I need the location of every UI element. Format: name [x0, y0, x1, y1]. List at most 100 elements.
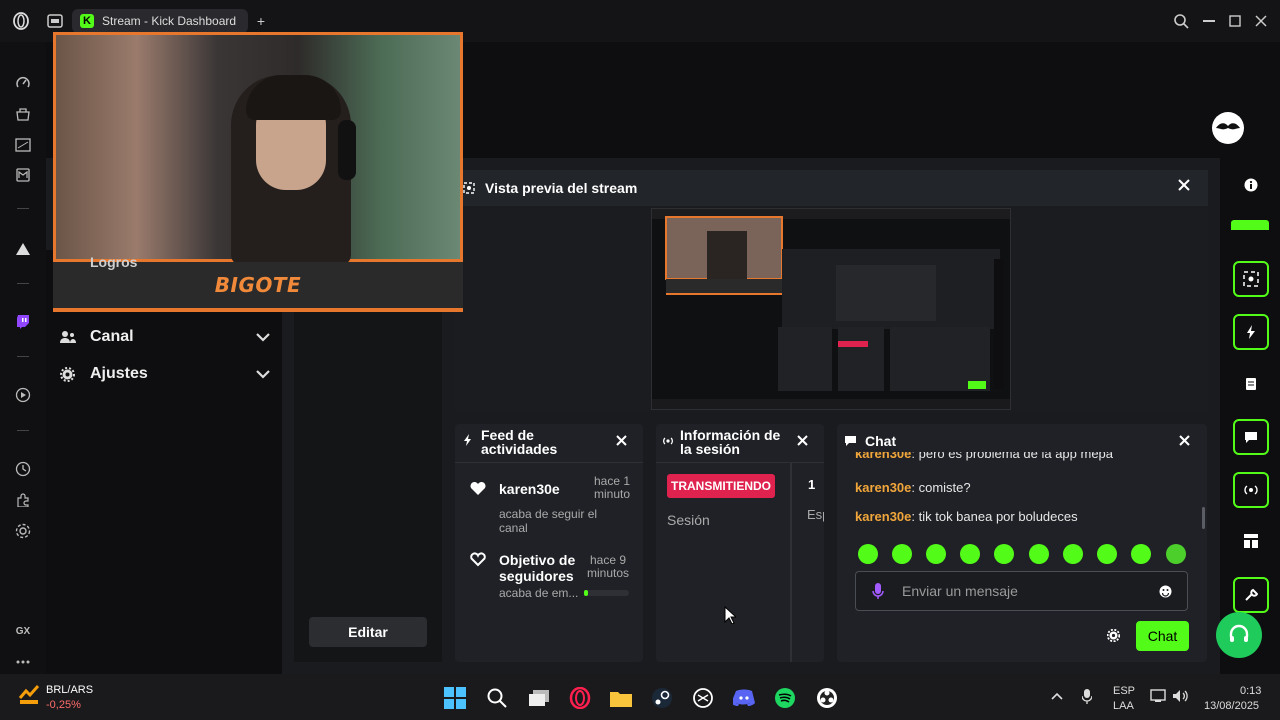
activity-feed-toggle-button[interactable] — [1233, 314, 1269, 350]
mouse-cursor-icon — [724, 606, 736, 624]
chat-text: : tik tok banea por boludeces — [911, 509, 1078, 524]
tray-overflow-icon[interactable] — [1051, 692, 1063, 700]
feed-user[interactable]: karen30e — [499, 481, 560, 497]
goal-progress-fill — [584, 590, 588, 596]
settings-sidebar-icon[interactable] — [12, 520, 34, 542]
emote-icon[interactable] — [1131, 544, 1151, 564]
messenger-icon[interactable] — [12, 164, 34, 186]
streamer-hair — [246, 75, 341, 120]
taskbar-search-icon[interactable] — [485, 686, 509, 710]
help-headset-button[interactable] — [1216, 612, 1262, 658]
nav-item-canal[interactable]: Canal — [60, 324, 270, 350]
chatgpt-icon[interactable] — [691, 686, 715, 710]
emote-icon[interactable] — [960, 544, 980, 564]
feed-time: hace 1 minuto — [593, 474, 631, 501]
kick-sidebar-icon[interactable] — [12, 238, 34, 260]
steam-icon[interactable] — [650, 686, 674, 710]
emote-icon[interactable] — [926, 544, 946, 564]
emote-icon[interactable] — [994, 544, 1014, 564]
chat-username[interactable]: karen30e — [855, 452, 911, 461]
emote-icon[interactable] — [1029, 544, 1049, 564]
stream-preview-thumbnail — [651, 208, 1011, 410]
chat-username[interactable]: karen30e — [855, 480, 911, 495]
shop-icon[interactable] — [12, 103, 34, 125]
chat-message-clip: karen30e: pero es problema de la app mep… — [837, 452, 1197, 466]
emote-icon[interactable] — [1166, 544, 1186, 564]
volume-icon[interactable] — [1172, 689, 1190, 703]
live-status-badge: TRANSMITIENDO — [667, 474, 775, 498]
spotify-icon[interactable] — [773, 686, 797, 710]
restore-icon[interactable] — [1226, 12, 1244, 30]
close-window-icon[interactable] — [1252, 12, 1270, 30]
tray-microphone-icon[interactable] — [1082, 688, 1092, 704]
activity-feed-panel — [455, 424, 643, 662]
windows-start-icon[interactable] — [443, 686, 467, 710]
gx-control-label[interactable]: GX — [12, 620, 34, 642]
ticker-symbol[interactable]: BRL/ARS — [46, 684, 93, 696]
emote-icon[interactable] — [892, 544, 912, 564]
close-icon[interactable] — [616, 435, 627, 446]
stream-preview-title: Vista previa del stream — [485, 180, 638, 196]
info-icon[interactable] — [1241, 175, 1261, 195]
chat-settings-icon[interactable] — [1107, 629, 1120, 642]
keyboard-layout[interactable]: LAA — [1113, 700, 1134, 712]
new-tab-button[interactable]: + — [252, 12, 270, 30]
mustache-avatar-icon[interactable] — [1212, 112, 1244, 144]
network-icon[interactable] — [1150, 689, 1166, 703]
feed-user[interactable]: Objetivo de seguidores — [499, 552, 579, 584]
session-side-label: Esp — [807, 507, 824, 522]
chat-username[interactable]: karen30e — [855, 509, 911, 524]
chat-message-input[interactable]: Enviar un mensaje — [855, 571, 1188, 611]
close-icon[interactable] — [797, 435, 808, 446]
opera-logo-icon[interactable] — [12, 12, 30, 30]
currency-ticker-icon[interactable] — [18, 684, 40, 706]
chat-bubble-icon — [844, 435, 857, 447]
discord-icon[interactable] — [732, 686, 756, 710]
twitch-icon[interactable] — [12, 311, 34, 333]
emote-icon[interactable] — [858, 544, 878, 564]
streamer-name-label: BIGOTE — [214, 273, 302, 297]
file-explorer-icon[interactable] — [609, 686, 633, 710]
edit-button[interactable]: Editar — [309, 617, 427, 647]
session-info-toggle-button[interactable] — [1233, 472, 1269, 508]
browser-tab-active[interactable]: K Stream - Kick Dashboard — [72, 9, 248, 33]
obs-icon[interactable] — [815, 686, 839, 710]
close-icon[interactable] — [1179, 435, 1190, 446]
chevron-down-icon — [256, 369, 270, 379]
send-chat-button[interactable]: Chat — [1136, 621, 1189, 651]
layout-icon[interactable] — [1241, 531, 1261, 551]
extensions-sidebar-icon[interactable] — [12, 489, 34, 511]
clock-time[interactable]: 0:13 — [1240, 685, 1261, 697]
speed-dial-icon[interactable] — [12, 72, 34, 94]
search-icon[interactable] — [1172, 12, 1190, 30]
opera-gx-taskbar-icon[interactable] — [568, 686, 592, 710]
emoji-picker-icon[interactable] — [1159, 585, 1172, 598]
sidebar-divider — [17, 430, 29, 431]
chat-scrollbar[interactable] — [1202, 507, 1205, 529]
preview-toggle-button[interactable] — [1233, 261, 1269, 297]
news-icon[interactable] — [12, 134, 34, 156]
sidebar-divider — [17, 356, 29, 357]
more-dots-icon[interactable] — [12, 651, 34, 673]
clock-date[interactable]: 13/08/2025 — [1204, 700, 1259, 712]
notes-icon[interactable] — [1241, 374, 1261, 394]
chat-text: : comiste? — [911, 480, 971, 495]
player-icon[interactable] — [12, 384, 34, 406]
emote-icon[interactable] — [1063, 544, 1083, 564]
input-language[interactable]: ESP — [1113, 685, 1135, 697]
tools-toggle-button[interactable] — [1233, 577, 1269, 613]
tab-title: Stream - Kick Dashboard — [102, 14, 237, 28]
emote-icon[interactable] — [1097, 544, 1117, 564]
nav-item-logros[interactable]: Logros — [90, 254, 137, 270]
ticker-change: -0,25% — [46, 699, 81, 711]
close-icon[interactable] — [1178, 179, 1190, 191]
chat-message: karen30e: tik tok banea por boludeces — [855, 509, 1078, 524]
chat-message: karen30e: comiste? — [855, 480, 971, 495]
history-icon[interactable] — [12, 458, 34, 480]
workspaces-icon[interactable] — [46, 12, 64, 30]
chat-toggle-button[interactable] — [1233, 419, 1269, 455]
nav-item-ajustes[interactable]: Ajustes — [60, 361, 270, 387]
minimize-icon[interactable] — [1200, 12, 1218, 30]
microphone-icon[interactable] — [872, 582, 884, 600]
task-view-icon[interactable] — [527, 686, 551, 710]
